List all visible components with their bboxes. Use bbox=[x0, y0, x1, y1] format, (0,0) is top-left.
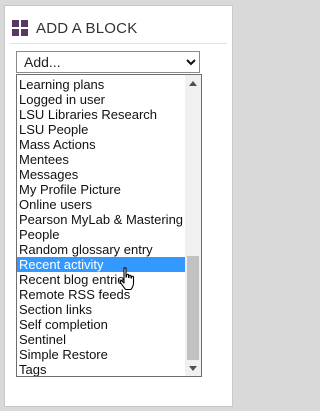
dropdown-option[interactable]: Messages bbox=[17, 167, 185, 182]
dropdown-options: Learning plans Logged in user LSU Librarie… bbox=[17, 77, 185, 376]
dropdown-option[interactable]: People bbox=[17, 227, 185, 242]
dropdown-option[interactable]: Simple Restore bbox=[17, 347, 185, 362]
block-title: ADD A BLOCK bbox=[36, 19, 138, 37]
header-divider bbox=[10, 43, 227, 44]
dropdown-option[interactable]: Sentinel bbox=[17, 332, 185, 347]
dropdown-option[interactable]: Self completion bbox=[17, 317, 185, 332]
dropdown-option-selected[interactable]: Recent activity bbox=[17, 257, 185, 272]
add-block-select[interactable]: Add... bbox=[16, 51, 200, 73]
scrollbar-thumb[interactable] bbox=[187, 256, 199, 360]
dropdown-option[interactable]: Random glossary entry bbox=[17, 242, 185, 257]
select-value: Add... bbox=[24, 54, 61, 70]
hand-pointer-icon bbox=[119, 267, 137, 291]
scroll-up-icon[interactable] bbox=[185, 75, 201, 91]
block-dropdown-list[interactable]: Learning plans Logged in user LSU Librarie… bbox=[16, 74, 202, 377]
dropdown-option[interactable]: Pearson MyLab & Mastering bbox=[17, 212, 185, 227]
block-grid-icon bbox=[12, 20, 28, 36]
dropdown-option[interactable]: Remote RSS feeds bbox=[17, 287, 185, 302]
scroll-down-icon[interactable] bbox=[185, 360, 201, 376]
dropdown-option[interactable]: Logged in user bbox=[17, 92, 185, 107]
dropdown-option[interactable]: Mass Actions bbox=[17, 137, 185, 152]
dropdown-option[interactable]: LSU Libraries Research bbox=[17, 107, 185, 122]
block-header: ADD A BLOCK bbox=[12, 15, 137, 41]
dropdown-option[interactable]: Recent blog entries bbox=[17, 272, 185, 287]
dropdown-option[interactable]: Tags bbox=[17, 362, 185, 376]
dropdown-option[interactable]: Section links bbox=[17, 302, 185, 317]
dropdown-scrollbar[interactable] bbox=[185, 75, 201, 376]
dropdown-option[interactable]: LSU People bbox=[17, 122, 185, 137]
dropdown-option[interactable]: Learning plans bbox=[17, 77, 185, 92]
chevron-down-icon[interactable] bbox=[182, 52, 199, 72]
dropdown-option[interactable]: Online users bbox=[17, 197, 185, 212]
dropdown-option[interactable]: Mentees bbox=[17, 152, 185, 167]
dropdown-option[interactable]: My Profile Picture bbox=[17, 182, 185, 197]
